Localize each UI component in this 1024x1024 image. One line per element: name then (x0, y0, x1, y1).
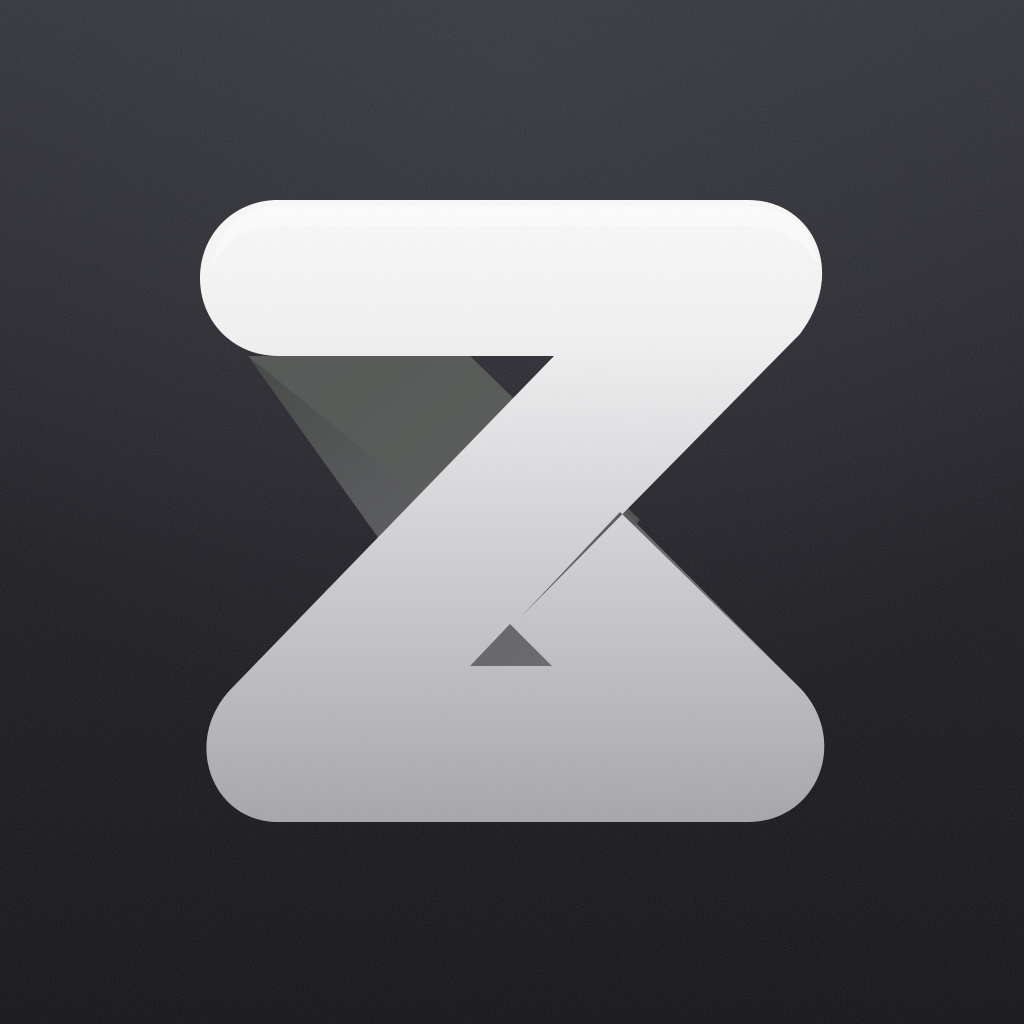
app-icon (0, 0, 1024, 1024)
z-logo-icon (0, 0, 1024, 1024)
